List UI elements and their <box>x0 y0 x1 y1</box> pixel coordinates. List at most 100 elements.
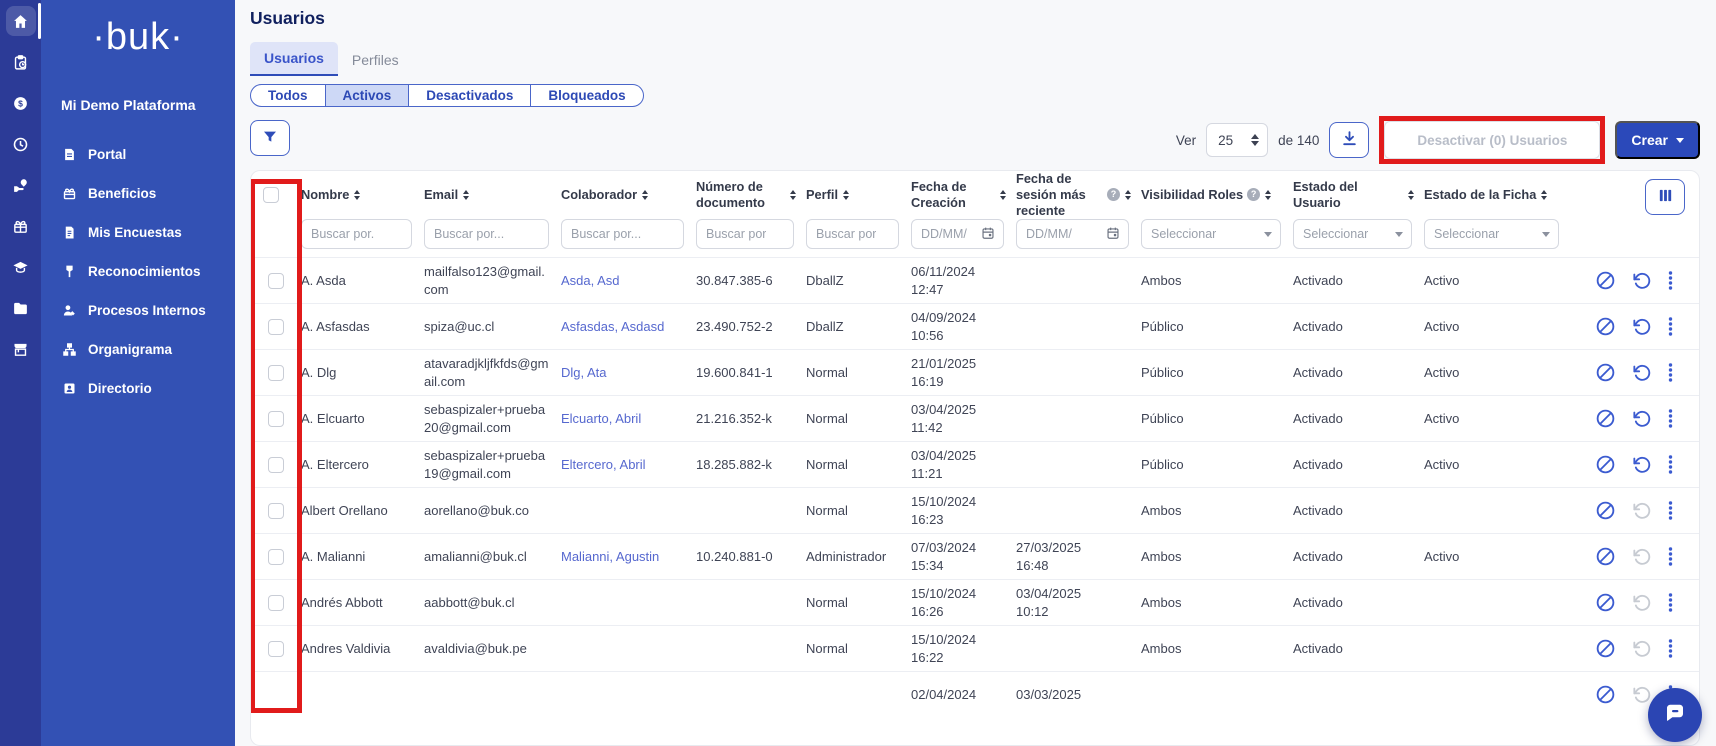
row-checkbox[interactable] <box>268 595 284 611</box>
segment-bloqueados[interactable]: Bloqueados <box>530 85 642 106</box>
sort-icon[interactable] <box>790 190 796 200</box>
select-all-checkbox[interactable] <box>263 187 279 203</box>
row-menu-button[interactable] <box>1668 455 1673 474</box>
row-checkbox[interactable] <box>268 641 284 657</box>
deactivate-user-button[interactable] <box>1595 316 1616 337</box>
rail-item-wellness[interactable] <box>0 165 41 205</box>
filter-text-input[interactable]: Buscar por... <box>424 219 549 249</box>
sidebar-item-reconocimientos[interactable]: Reconocimientos <box>41 252 235 291</box>
column-settings-button[interactable] <box>1645 179 1685 215</box>
filter-text-input[interactable]: Buscar por <box>806 219 899 249</box>
row-checkbox[interactable] <box>268 319 284 335</box>
sort-icon[interactable] <box>1541 190 1547 200</box>
calendar-icon <box>1102 226 1120 243</box>
sidebar-item-procesos[interactable]: Procesos Internos <box>41 291 235 330</box>
kebab-icon <box>1668 455 1673 474</box>
page-size-select[interactable]: 25 <box>1206 123 1268 157</box>
filter-select[interactable]: Seleccionar <box>1141 219 1281 249</box>
reset-password-button[interactable] <box>1632 271 1652 291</box>
segment-desactivados[interactable]: Desactivados <box>408 85 530 106</box>
info-icon[interactable]: ? <box>1247 188 1260 201</box>
portal-icon <box>61 147 77 163</box>
column-label: Fecha de Creación <box>911 179 995 211</box>
sort-icon[interactable] <box>1265 190 1271 200</box>
deactivate-user-button[interactable] <box>1595 454 1616 475</box>
colaborador-link[interactable]: Dlg, Ata <box>561 365 607 380</box>
deactivate-user-button[interactable] <box>1595 638 1616 659</box>
tab-usuarios[interactable]: Usuarios <box>250 42 338 76</box>
row-menu-button[interactable] <box>1668 547 1673 566</box>
colaborador-link[interactable]: Malianni, Agustin <box>561 549 659 564</box>
deactivate-user-button[interactable] <box>1595 408 1616 429</box>
rail-item-home[interactable] <box>0 1 41 41</box>
sort-icon[interactable] <box>642 190 648 200</box>
colaborador-link[interactable]: Asfasdas, Asdasd <box>561 319 664 334</box>
deactivate-user-button[interactable] <box>1595 592 1616 613</box>
rail-item-training[interactable] <box>0 247 41 287</box>
filter-select[interactable]: Seleccionar <box>1293 219 1412 249</box>
filter-text-input[interactable]: Buscar por <box>696 219 794 249</box>
row-menu-button[interactable] <box>1668 409 1673 428</box>
sidebar-item-directorio[interactable]: Directorio <box>41 369 235 408</box>
deactivate-user-button[interactable] <box>1595 684 1616 705</box>
rail-item-marketplace[interactable] <box>0 329 41 369</box>
rail-item-benefits[interactable] <box>0 206 41 246</box>
colaborador-link[interactable]: Eltercero, Abril <box>561 457 646 472</box>
sort-icon[interactable] <box>1408 190 1414 200</box>
row-checkbox[interactable] <box>268 411 284 427</box>
colaborador-link[interactable]: Elcuarto, Abril <box>561 411 641 426</box>
deactivate-user-button[interactable] <box>1595 362 1616 383</box>
cell-fecha-creacion: 07/03/202415:34 <box>911 539 1016 574</box>
reset-password-button[interactable] <box>1632 409 1652 429</box>
sidebar-item-encuestas[interactable]: Mis Encuestas <box>41 213 235 252</box>
deactivate-user-button[interactable] <box>1595 270 1616 291</box>
deactivate-user-button[interactable] <box>1595 500 1616 521</box>
row-menu-button[interactable] <box>1668 593 1673 612</box>
row-checkbox[interactable] <box>268 457 284 473</box>
deactivate-users-button[interactable]: Desactivar (0) Usuarios <box>1384 121 1600 159</box>
sort-icon[interactable] <box>354 190 360 200</box>
filter-select[interactable]: Seleccionar <box>1424 219 1559 249</box>
segment-todos[interactable]: Todos <box>251 85 325 106</box>
row-menu-button[interactable] <box>1668 363 1673 382</box>
row-menu-button[interactable] <box>1668 271 1673 290</box>
row-checkbox[interactable] <box>268 273 284 289</box>
reset-password-button[interactable] <box>1632 455 1652 475</box>
row-menu-button[interactable] <box>1668 501 1673 520</box>
colaborador-link[interactable]: Asda, Asd <box>561 273 620 288</box>
row-checkbox[interactable] <box>268 365 284 381</box>
sidebar-item-beneficios[interactable]: Beneficios <box>41 174 235 213</box>
rail-item-documents[interactable] <box>0 288 41 328</box>
sidebar-item-organigrama[interactable]: Organigrama <box>41 330 235 369</box>
placeholder-text: DD/MM/ <box>921 227 967 241</box>
filter-cell: Seleccionar <box>1293 219 1424 249</box>
sort-icon[interactable] <box>1000 190 1006 200</box>
sidebar-item-portal[interactable]: Portal <box>41 135 235 174</box>
row-checkbox[interactable] <box>268 503 284 519</box>
segment-activos[interactable]: Activos <box>325 85 409 106</box>
rail-item-time[interactable] <box>0 124 41 164</box>
rail-item-tasks[interactable] <box>0 42 41 82</box>
sort-icon[interactable] <box>463 190 469 200</box>
reset-password-button[interactable] <box>1632 363 1652 383</box>
row-menu-button[interactable] <box>1668 317 1673 336</box>
create-button[interactable]: Crear <box>1615 121 1700 159</box>
row-checkbox[interactable] <box>268 549 284 565</box>
filter-date-input[interactable]: DD/MM/ <box>1016 219 1129 249</box>
filter-text-input[interactable]: Buscar por. <box>301 219 412 249</box>
sort-icon[interactable] <box>1125 190 1131 200</box>
sort-icon[interactable] <box>843 190 849 200</box>
download-button[interactable] <box>1329 122 1369 158</box>
rail-item-payments[interactable]: $ <box>0 83 41 123</box>
row-menu-button[interactable] <box>1668 639 1673 658</box>
filter-text-input[interactable]: Buscar por... <box>561 219 684 249</box>
deactivate-user-button[interactable] <box>1595 546 1616 567</box>
filter-button[interactable] <box>250 120 290 156</box>
row-checkbox-cell <box>251 273 301 289</box>
table-row: A. Malianniamalianni@buk.clMalianni, Agu… <box>251 533 1699 579</box>
info-icon[interactable]: ? <box>1107 188 1120 201</box>
filter-date-input[interactable]: DD/MM/ <box>911 219 1004 249</box>
tab-perfiles[interactable]: Perfiles <box>338 44 413 76</box>
chat-fab[interactable] <box>1648 688 1702 742</box>
reset-password-button[interactable] <box>1632 317 1652 337</box>
